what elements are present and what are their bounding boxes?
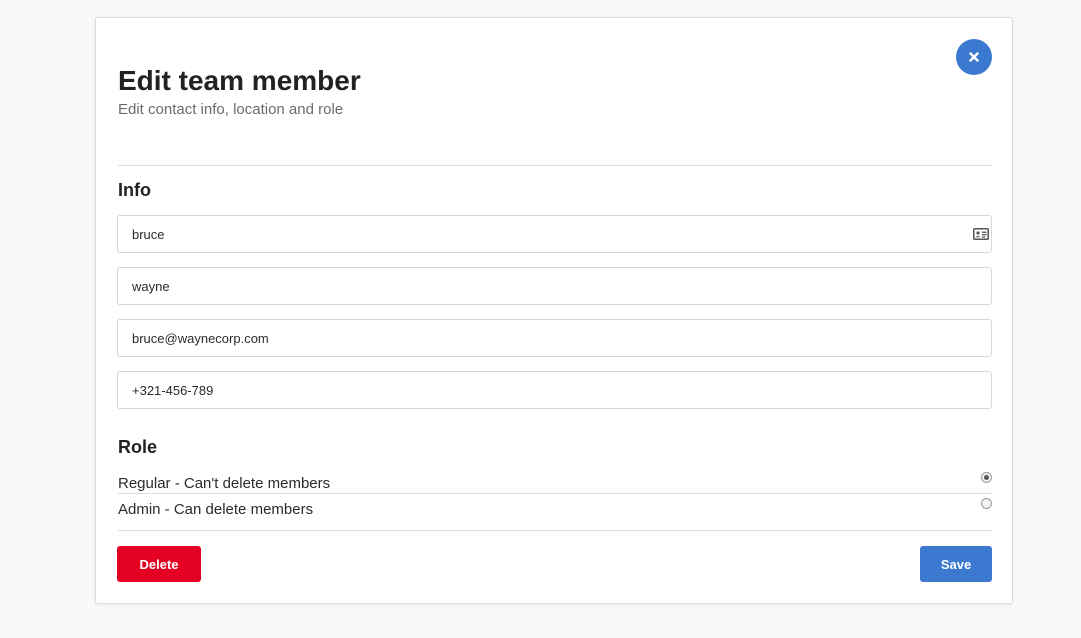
phone-input[interactable] (118, 372, 991, 408)
footer-divider (118, 530, 992, 531)
role-divider (118, 493, 992, 494)
first-name-field (117, 215, 992, 253)
phone-field (117, 371, 992, 409)
info-heading: Info (118, 180, 151, 200)
edit-member-modal: Edit team member Edit contact info, loca… (95, 17, 1013, 604)
email-input[interactable] (118, 320, 991, 356)
role-option-label: Admin - Can delete members (118, 501, 314, 518)
first-name-input[interactable] (118, 216, 991, 252)
modal-title: Edit team member (118, 65, 361, 96)
role-option-label: Regular - Can't delete members (118, 475, 331, 492)
role-option-admin[interactable]: Admin - Can delete members (118, 498, 992, 522)
save-button[interactable]: Save (920, 546, 992, 582)
delete-button[interactable]: Delete (117, 546, 201, 582)
modal-subtitle: Edit contact info, location and role (118, 101, 344, 118)
header-divider (118, 165, 992, 166)
role-radio-regular[interactable] (981, 472, 992, 483)
role-radio-admin[interactable] (981, 498, 992, 509)
last-name-input[interactable] (118, 268, 991, 304)
close-button[interactable] (956, 39, 992, 75)
contact-card-icon (973, 228, 989, 240)
role-heading: Role (118, 437, 158, 457)
last-name-field (117, 267, 992, 305)
close-icon (969, 52, 979, 62)
email-field (117, 319, 992, 357)
